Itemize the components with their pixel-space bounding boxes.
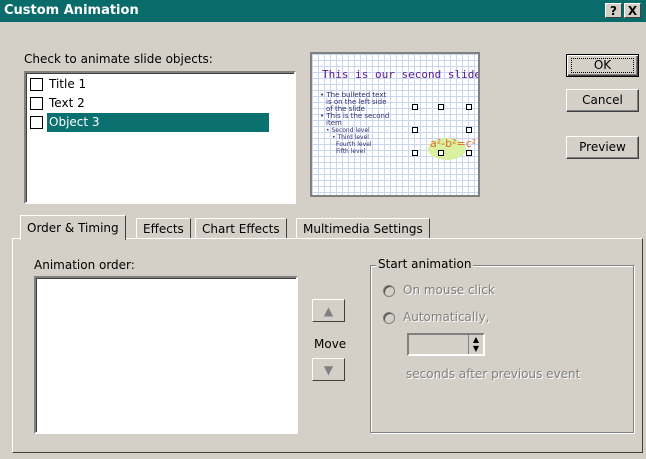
object-item-title-1[interactable]: Title 1	[28, 75, 292, 94]
start-animation-label: Start animation	[376, 257, 474, 271]
selection-handle	[438, 150, 444, 156]
object-label: Object 3	[49, 115, 100, 129]
slide-line: Fourth level	[336, 141, 372, 148]
arrow-up-icon: ▲	[323, 304, 334, 318]
tab-order-timing[interactable]: Order & Timing	[20, 215, 126, 240]
object-label: Title 1	[49, 77, 87, 91]
on-mouse-click-label: On mouse click	[403, 283, 495, 297]
equation-text: a²-b²=c²	[430, 137, 477, 150]
slide-thumbnail: This is our second slide • The bulleted …	[312, 54, 478, 195]
slide-line: • Second level	[326, 127, 370, 134]
selection-handle	[412, 127, 418, 133]
slide-line: item	[326, 119, 342, 127]
selection-handle	[412, 104, 418, 110]
seconds-spinner[interactable]: ▲ ▼	[407, 333, 485, 356]
seconds-after-previous-label: seconds after previous event	[406, 367, 581, 381]
animation-order-label: Animation order:	[34, 258, 135, 272]
ok-button[interactable]: OK	[566, 54, 639, 77]
slide-line: Fifth level	[336, 148, 366, 155]
automatically-radio[interactable]	[383, 312, 395, 324]
slide-title: This is our second slide	[322, 68, 478, 81]
tab-label: Chart Effects	[202, 222, 280, 236]
slide-line: • Third level	[332, 134, 369, 141]
equation-object: a²-b²=c²	[420, 132, 476, 162]
title-bar[interactable]: Custom Animation ? X	[0, 0, 646, 22]
spinner-arrows[interactable]: ▲ ▼	[468, 335, 483, 354]
move-label: Move	[314, 337, 347, 351]
selection-handle	[466, 127, 472, 133]
tab-effects[interactable]: Effects	[136, 218, 191, 239]
tab-label: Multimedia Settings	[303, 222, 423, 236]
cancel-button[interactable]: Cancel	[566, 89, 639, 112]
animate-objects-label: Check to animate slide objects:	[24, 52, 213, 66]
checkbox[interactable]	[30, 97, 43, 110]
object-item-text-2[interactable]: Text 2	[28, 94, 292, 113]
preview-button[interactable]: Preview	[566, 136, 639, 159]
on-mouse-click-radio[interactable]	[383, 285, 395, 297]
automatically-label: Automatically,	[403, 310, 490, 324]
preview-label: Preview	[579, 140, 626, 154]
animation-order-list[interactable]	[34, 276, 298, 434]
custom-animation-dialog: Custom Animation ? X Check to animate sl…	[0, 0, 646, 459]
help-button[interactable]: ?	[605, 3, 622, 18]
slide-objects-list[interactable]: Title 1 Text 2 Object 3	[24, 71, 296, 204]
spin-up-icon[interactable]: ▲	[469, 335, 483, 344]
checkbox[interactable]	[30, 116, 43, 129]
selection-handle	[438, 104, 444, 110]
tab-label: Effects	[143, 222, 184, 236]
window-title: Custom Animation	[4, 3, 139, 18]
tab-multimedia-settings[interactable]: Multimedia Settings	[296, 218, 430, 239]
close-button[interactable]: X	[624, 3, 641, 18]
move-up-button[interactable]: ▲	[312, 299, 345, 322]
object-item-object-3[interactable]: Object 3	[28, 113, 292, 132]
object-label: Text 2	[49, 96, 85, 110]
arrow-down-icon: ▼	[323, 363, 334, 377]
selection-handle	[412, 150, 418, 156]
move-down-button[interactable]: ▼	[312, 358, 345, 381]
tab-chart-effects[interactable]: Chart Effects	[195, 218, 287, 239]
selection-handle	[466, 104, 472, 110]
slide-body-text: • The bulleted text is on the left side …	[320, 92, 415, 156]
slide-preview: This is our second slide • The bulleted …	[310, 52, 480, 197]
cancel-label: Cancel	[582, 93, 623, 107]
checkbox[interactable]	[30, 78, 43, 91]
spin-down-icon[interactable]: ▼	[469, 344, 483, 353]
selection-handle	[466, 150, 472, 156]
tab-label: Order & Timing	[27, 221, 119, 235]
